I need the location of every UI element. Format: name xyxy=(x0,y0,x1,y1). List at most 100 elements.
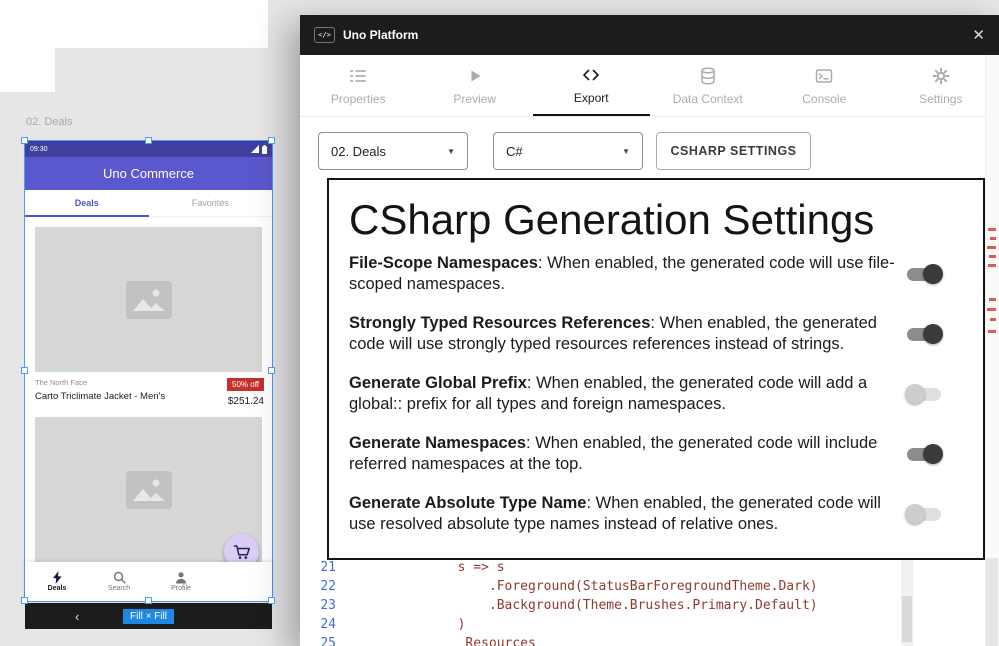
selection-handle[interactable] xyxy=(145,137,152,144)
status-icons xyxy=(251,145,267,154)
search-icon xyxy=(113,571,126,584)
product-price: $251.24 xyxy=(228,396,264,407)
toggle-generate-namespaces[interactable] xyxy=(905,444,943,464)
phone-tab-bar: Deals Favorites xyxy=(25,190,272,217)
selection-handle[interactable] xyxy=(21,367,28,374)
setting-text: Strongly Typed Resources References: Whe… xyxy=(349,313,905,355)
setting-text: Generate Absolute Type Name: When enable… xyxy=(349,493,905,535)
tab-data-context[interactable]: Data Context xyxy=(650,55,767,116)
nav-item-deals[interactable]: Deals xyxy=(39,571,75,592)
tab-console[interactable]: Console xyxy=(766,55,883,116)
minimap-mark xyxy=(988,330,996,333)
console-icon xyxy=(814,66,834,86)
setting-row-generate-global-prefix: Generate Global Prefix: When enabled, th… xyxy=(349,364,963,424)
image-placeholder-icon xyxy=(126,281,172,319)
selection-handle[interactable] xyxy=(268,597,275,604)
setting-row-generate-namespaces: Generate Namespaces: When enabled, the g… xyxy=(349,424,963,484)
setting-text: File-Scope Namespaces: When enabled, the… xyxy=(349,253,905,295)
screen-select[interactable]: 02. Deals ▼ xyxy=(318,132,468,170)
modal-title: CSharp Generation Settings xyxy=(349,196,963,244)
image-placeholder-icon xyxy=(126,471,172,509)
minimap-mark xyxy=(989,255,996,258)
toggle-generate-global-prefix[interactable] xyxy=(905,384,943,404)
status-time: 09:30 xyxy=(30,146,48,153)
code-editor[interactable]: 21 s => s 22 .Foreground(StatusBarForegr… xyxy=(312,558,818,646)
tab-properties[interactable]: Properties xyxy=(300,55,417,116)
selection-handle[interactable] xyxy=(21,137,28,144)
frame-label[interactable]: 02. Deals xyxy=(26,116,72,128)
battery-icon xyxy=(262,145,267,154)
minimap-mark xyxy=(990,237,996,240)
code-brackets-icon xyxy=(581,65,601,85)
phone-frame[interactable]: 09:30 Uno Commerce Deals Favorites The N… xyxy=(25,141,272,601)
selection-handle[interactable] xyxy=(268,137,275,144)
setting-row-generate-absolute-type-name: Generate Absolute Type Name: When enable… xyxy=(349,484,963,544)
csharp-settings-modal: CSharp Generation Settings File-Scope Na… xyxy=(327,178,985,560)
tab-preview[interactable]: Preview xyxy=(417,55,534,116)
app-title: Uno Commerce xyxy=(103,166,194,181)
minimap-thumb[interactable] xyxy=(986,558,998,646)
minimap-mark xyxy=(987,308,996,311)
nav-item-search[interactable]: Search xyxy=(101,571,137,592)
profile-icon xyxy=(175,571,187,584)
phone-bottom-nav: Deals Search Profile xyxy=(25,562,272,601)
nav-label: Profile xyxy=(171,585,191,592)
properties-icon xyxy=(348,66,368,86)
scrollbar-thumb[interactable] xyxy=(902,596,912,642)
toggle-thumb xyxy=(905,384,925,404)
setting-text: Generate Global Prefix: When enabled, th… xyxy=(349,373,905,415)
toggle-strongly-typed-resources[interactable] xyxy=(905,324,943,344)
minimap-mark xyxy=(989,298,996,301)
overview-ruler[interactable] xyxy=(985,55,999,646)
panel-title: Uno Platform xyxy=(343,28,418,42)
language-select[interactable]: C# ▼ xyxy=(493,132,643,170)
toggle-generate-absolute-type-name[interactable] xyxy=(905,504,943,524)
setting-row-strongly-typed-resources: Strongly Typed Resources References: Whe… xyxy=(349,304,963,364)
deals-bolt-icon xyxy=(52,571,63,584)
toggle-thumb xyxy=(923,324,943,344)
play-icon xyxy=(465,66,485,86)
panel-title-bar: </> Uno Platform ✕ xyxy=(300,15,999,55)
tab-export[interactable]: Export xyxy=(533,55,650,116)
selection-handle[interactable] xyxy=(21,597,28,604)
gear-icon xyxy=(931,66,951,86)
toggle-file-scope-namespaces[interactable] xyxy=(905,264,943,284)
chevron-down-icon: ▼ xyxy=(429,147,455,156)
phone-app-bar: Uno Commerce xyxy=(25,157,272,190)
selection-handle[interactable] xyxy=(268,367,275,374)
toggle-thumb xyxy=(923,444,943,464)
database-icon xyxy=(698,66,718,86)
nav-label: Search xyxy=(108,585,130,592)
csharp-settings-button[interactable]: CSHARP SETTINGS xyxy=(656,132,811,170)
setting-row-file-scope-namespaces: File-Scope Namespaces: When enabled, the… xyxy=(349,244,963,304)
product-image-placeholder xyxy=(35,227,262,372)
back-chevron-icon[interactable]: ‹ xyxy=(75,609,79,624)
toggle-thumb xyxy=(905,504,925,524)
android-nav-bar: ‹ Fill × Fill xyxy=(25,603,272,629)
code-line: 24 ) xyxy=(312,615,818,634)
tab-settings[interactable]: Settings xyxy=(883,55,999,116)
minimap-mark xyxy=(990,318,996,321)
export-toolbar: 02. Deals ▼ C# ▼ CSHARP SETTINGS xyxy=(300,132,999,170)
nav-item-profile[interactable]: Profile xyxy=(163,571,199,592)
screen: 02. Deals 09:30 Uno Commerce Deals Favor… xyxy=(0,0,999,646)
code-line: 25 Resources xyxy=(312,634,818,646)
uno-platform-panel: </> Uno Platform ✕ Properties Preview Ex… xyxy=(300,15,999,646)
editor-scrollbar[interactable] xyxy=(901,558,913,646)
toggle-thumb xyxy=(923,264,943,284)
selection-handle[interactable] xyxy=(145,597,152,604)
product-info: The North Face Carto Triclimate Jacket -… xyxy=(25,372,272,417)
close-icon[interactable]: ✕ xyxy=(972,26,985,44)
setting-text: Generate Namespaces: When enabled, the g… xyxy=(349,433,905,475)
nav-label: Deals xyxy=(48,585,67,592)
phone-tab-deals[interactable]: Deals xyxy=(25,190,149,216)
cart-icon xyxy=(233,544,250,560)
discount-badge: 50% off xyxy=(227,378,264,391)
minimap-mark xyxy=(987,246,996,249)
frame-size-badge: Fill × Fill xyxy=(123,609,174,624)
code-line: 23 .Background(Theme.Brushes.Primary.Def… xyxy=(312,596,818,615)
code-badge-icon: </> xyxy=(314,27,335,43)
canvas-artboard-partial xyxy=(0,0,55,92)
code-line: 22 .Foreground(StatusBarForegroundTheme.… xyxy=(312,577,818,596)
phone-tab-favorites[interactable]: Favorites xyxy=(149,190,273,216)
